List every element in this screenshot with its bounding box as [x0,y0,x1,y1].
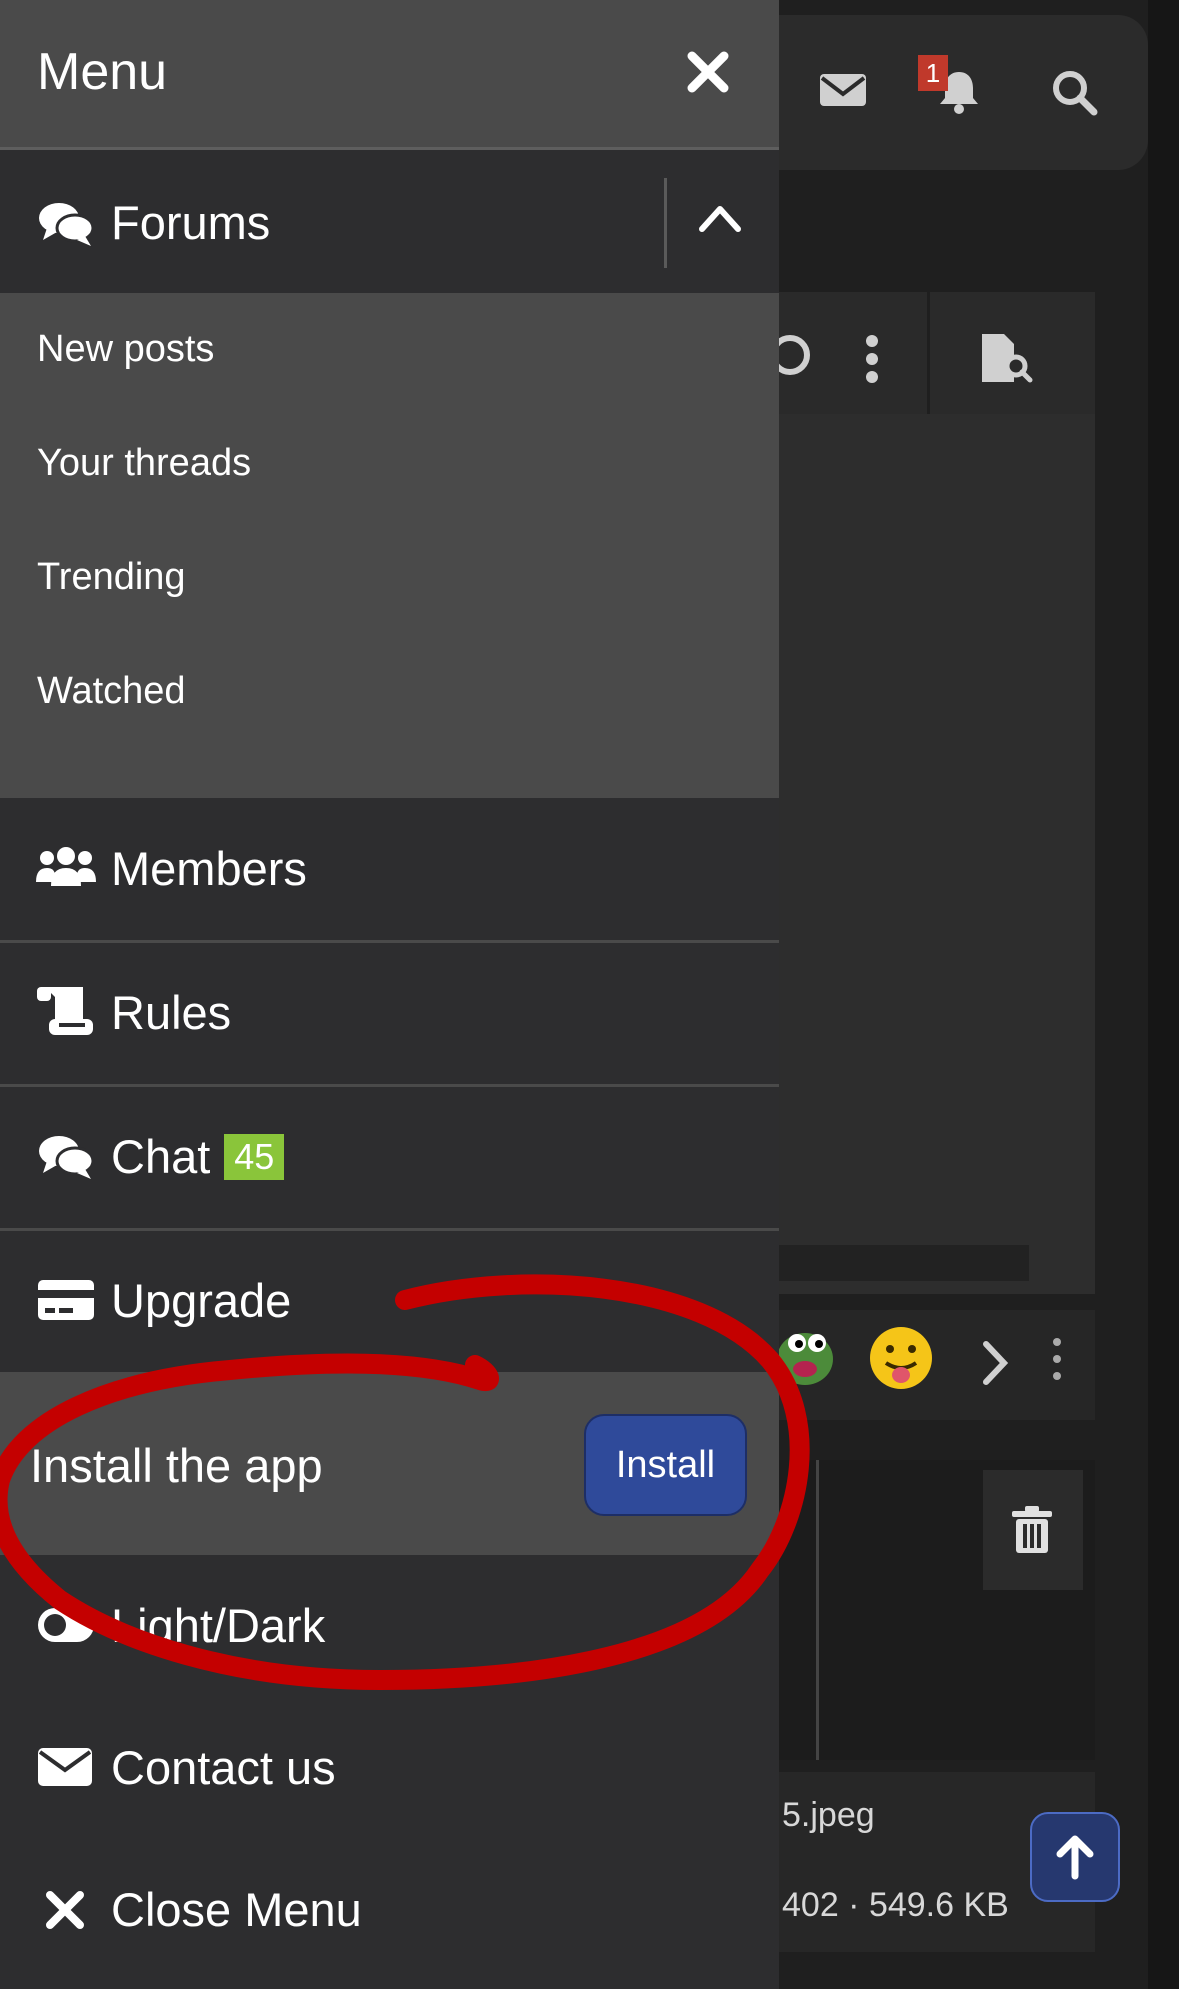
envelope-icon [37,1746,93,1788]
toggle-icon [37,1607,95,1643]
emoji-more-icon[interactable] [1050,1337,1064,1381]
arrow-up-icon [1056,1835,1094,1880]
menu-item-light-dark-label: Light/Dark [111,1599,326,1652]
menu-item-rules-label: Rules [111,986,232,1039]
submenu-item-trending[interactable]: Trending [37,556,186,599]
forums-divider [664,178,667,268]
file-name: 5.jpeg [782,1796,875,1834]
comments-icon [37,1133,95,1181]
menu-item-chat-label: Chat [111,1130,211,1183]
background-scrollbar[interactable] [775,1245,1029,1281]
file-meta: 402 · 549.6 KB [782,1886,1009,1924]
scroll-icon [35,985,97,1037]
submenu-item-new-posts[interactable]: New posts [37,328,214,371]
chevron-up-icon[interactable] [698,203,742,233]
chevron-right-icon[interactable] [980,1340,1010,1386]
menu-item-close-label: Close Menu [111,1883,362,1936]
attachment-divider [816,1460,819,1760]
search-icon[interactable] [1050,68,1100,118]
notification-count-badge: 1 [918,55,948,91]
frog-emoji-icon[interactable] [775,1325,835,1387]
menu-item-members-label: Members [111,842,307,895]
users-icon [35,846,97,888]
install-app-label: Install the app [30,1439,323,1492]
menu-item-contact-label: Contact us [111,1741,336,1794]
install-button[interactable]: Install [584,1414,747,1516]
x-icon [45,1890,85,1930]
comments-icon [37,200,95,248]
menu-item-upgrade-label: Upgrade [111,1274,292,1327]
trash-icon [1010,1505,1054,1555]
envelope-icon[interactable] [818,70,868,110]
scroll-to-top-button[interactable] [1030,1812,1120,1902]
close-icon[interactable] [686,50,730,94]
document-preview-icon[interactable] [978,332,1040,384]
more-options-icon[interactable] [862,335,882,385]
credit-card-icon [37,1278,95,1322]
submenu-item-watched[interactable]: Watched [37,670,186,713]
menu-title: Menu [37,43,168,101]
submenu-item-your-threads[interactable]: Your threads [37,442,251,485]
tongue-emoji-icon[interactable] [868,1325,934,1391]
menu-item-forums-label: Forums [111,196,271,249]
toolbar-divider [927,292,930,414]
background-edge [1148,0,1179,1989]
chat-count-badge: 45 [224,1133,285,1180]
menu-item-chat-label-group: Chat 45 [111,1129,285,1184]
